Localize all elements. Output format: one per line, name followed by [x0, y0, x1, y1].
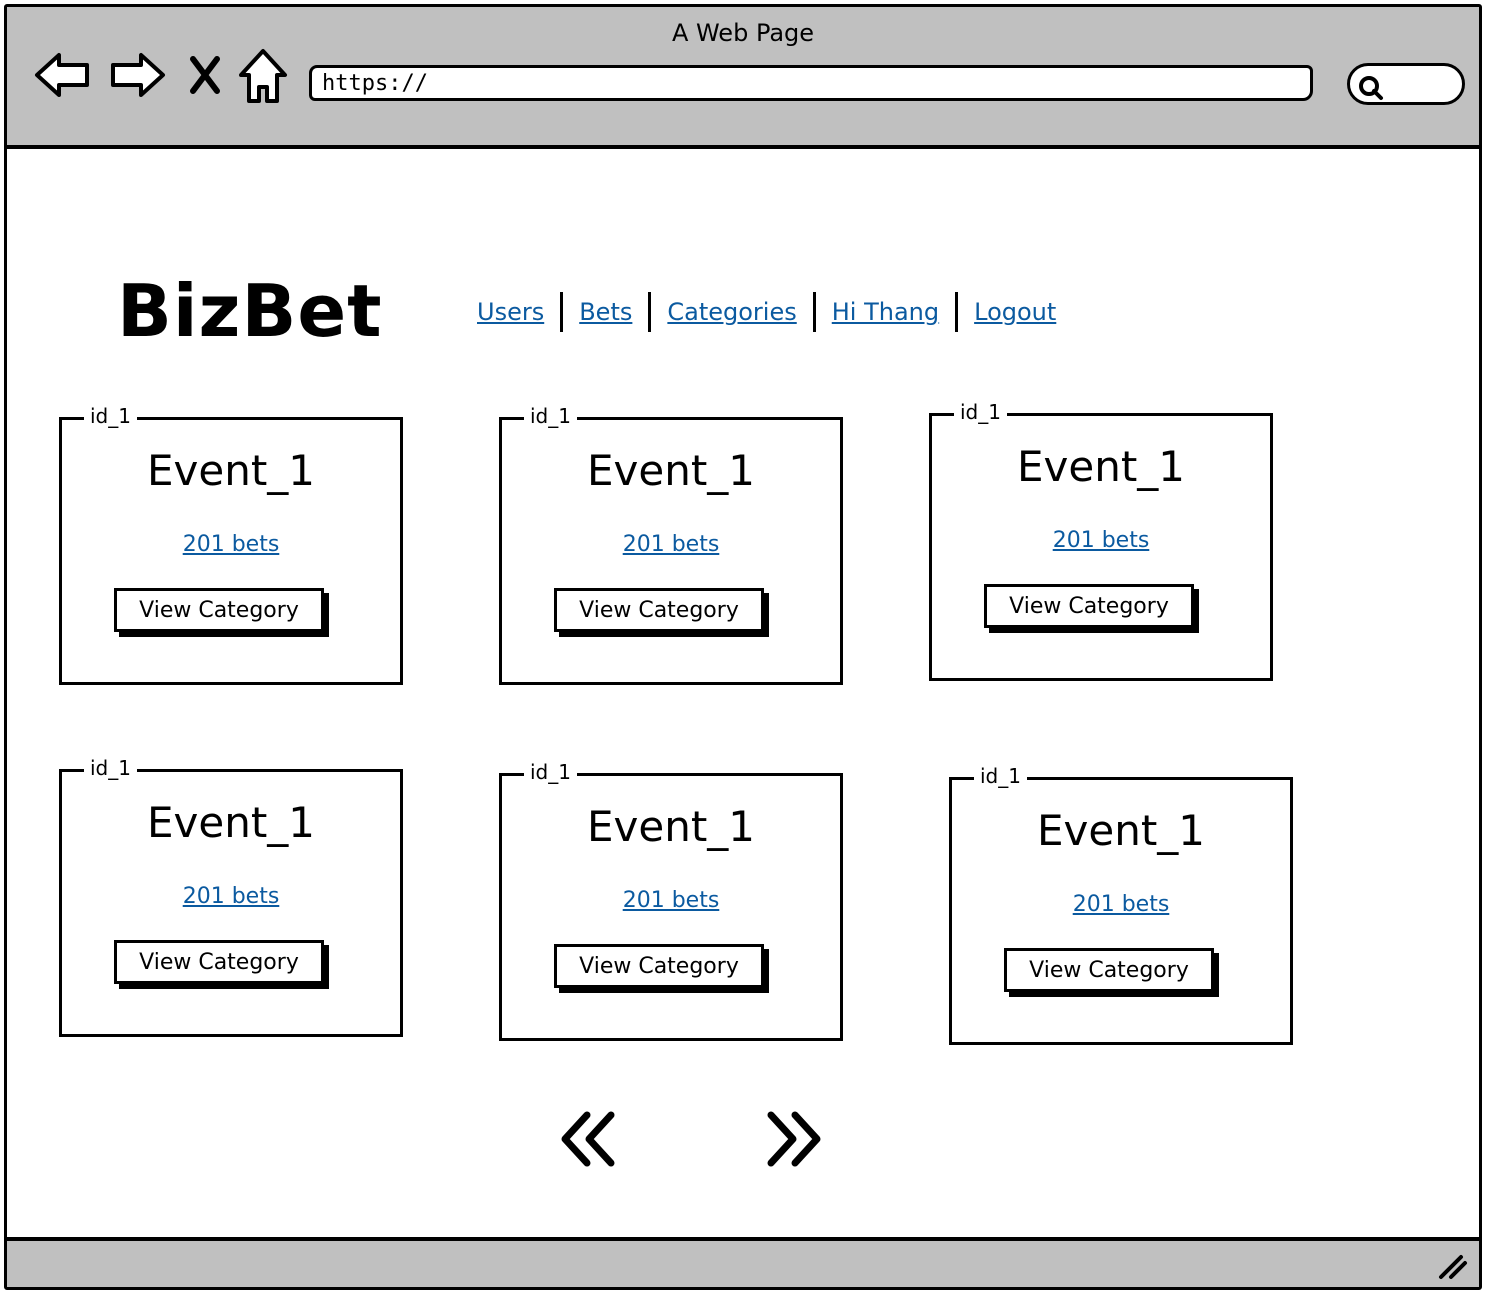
event-title: Event_1 — [1036, 806, 1206, 855]
bets-count-link[interactable]: 201 bets — [932, 528, 1270, 553]
double-chevron-left-icon[interactable] — [557, 1109, 621, 1169]
nav-link-users[interactable]: Users — [477, 298, 544, 326]
view-category-button[interactable]: View Category — [1004, 948, 1214, 992]
nav-link-logout[interactable]: Logout — [974, 298, 1056, 326]
nav-divider — [648, 292, 652, 332]
home-icon[interactable] — [237, 47, 289, 105]
bets-count-link[interactable]: 201 bets — [502, 888, 840, 913]
browser-statusbar — [7, 1237, 1479, 1287]
event-card: id_1 Event_1 201 bets View Category — [59, 756, 403, 1037]
nav-link-bets[interactable]: Bets — [579, 298, 632, 326]
event-title: Event_1 — [1016, 442, 1186, 491]
browser-titlebar: A Web Page https:// — [7, 7, 1479, 149]
top-navigation: Users Bets Categories Hi Thang Logout — [477, 292, 1056, 332]
site-logo: BizBet — [117, 269, 383, 353]
event-id-label: id_1 — [974, 764, 1027, 788]
event-card: id_1 Event_1 201 bets View Category — [929, 400, 1273, 681]
nav-divider — [560, 292, 564, 332]
nav-link-user-greeting[interactable]: Hi Thang — [832, 298, 939, 326]
event-id-label: id_1 — [84, 756, 137, 780]
bets-count-link[interactable]: 201 bets — [502, 532, 840, 557]
view-category-button[interactable]: View Category — [114, 940, 324, 984]
nav-link-categories[interactable]: Categories — [667, 298, 796, 326]
view-category-button[interactable]: View Category — [984, 584, 1194, 628]
bets-count-link[interactable]: 201 bets — [62, 884, 400, 909]
double-chevron-right-icon[interactable] — [761, 1109, 825, 1169]
browser-window: A Web Page https:// BizBet Users Bets Ca… — [4, 4, 1482, 1290]
event-title: Event_1 — [586, 446, 756, 495]
event-card: id_1 Event_1 201 bets View Category — [499, 760, 843, 1041]
event-title: Event_1 — [146, 798, 316, 847]
event-card: id_1 Event_1 201 bets View Category — [59, 404, 403, 685]
view-category-button[interactable]: View Category — [554, 944, 764, 988]
resize-grip-icon[interactable] — [1435, 1251, 1469, 1281]
event-card: id_1 Event_1 201 bets View Category — [499, 404, 843, 685]
event-id-label: id_1 — [84, 404, 137, 428]
event-id-label: id_1 — [524, 404, 577, 428]
bets-count-link[interactable]: 201 bets — [952, 892, 1290, 917]
nav-divider — [955, 292, 959, 332]
event-title: Event_1 — [146, 446, 316, 495]
search-icon — [1359, 76, 1383, 100]
event-title: Event_1 — [586, 802, 756, 851]
view-category-button[interactable]: View Category — [554, 588, 764, 632]
nav-divider — [812, 292, 816, 332]
browser-search-field[interactable] — [1347, 63, 1465, 105]
forward-arrow-icon[interactable] — [107, 47, 167, 103]
address-bar[interactable]: https:// — [309, 65, 1313, 101]
event-id-label: id_1 — [954, 400, 1007, 424]
back-arrow-icon[interactable] — [33, 47, 93, 103]
event-card: id_1 Event_1 201 bets View Category — [949, 764, 1293, 1045]
view-category-button[interactable]: View Category — [114, 588, 324, 632]
event-id-label: id_1 — [524, 760, 577, 784]
bets-count-link[interactable]: 201 bets — [62, 532, 400, 557]
close-icon[interactable] — [187, 55, 223, 95]
window-title: A Web Page — [671, 19, 815, 47]
